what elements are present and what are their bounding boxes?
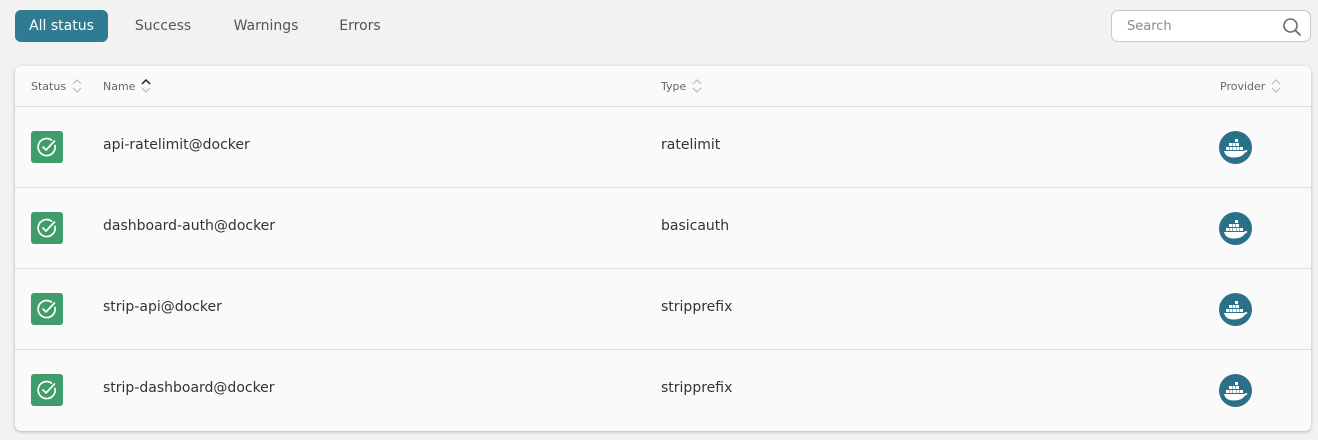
sort-icon: [1271, 79, 1281, 93]
table-row[interactable]: strip-dashboard@docker stripprefix: [15, 350, 1311, 431]
column-header-provider[interactable]: Provider: [1220, 79, 1281, 93]
docker-provider-icon: [1219, 212, 1252, 245]
table-row[interactable]: dashboard-auth@docker basicauth: [15, 188, 1311, 269]
docker-provider-icon: [1219, 131, 1252, 164]
middleware-name: strip-api@docker: [103, 299, 222, 315]
status-filter-tabs: All status Success Warnings Errors: [15, 10, 400, 42]
status-success-badge: [31, 293, 63, 325]
check-circle-icon: [37, 380, 56, 400]
table-row[interactable]: strip-api@docker stripprefix: [15, 269, 1311, 350]
status-success-badge: [31, 212, 63, 244]
column-header-name[interactable]: Name: [103, 79, 151, 93]
search-icon[interactable]: [1282, 17, 1302, 37]
sort-ascending-icon: [141, 79, 151, 93]
middleware-type: stripprefix: [661, 299, 733, 315]
middlewares-table: Status Name Type Provider api-ratelimit@…: [15, 66, 1311, 431]
search-box: [1111, 10, 1311, 42]
tab-errors[interactable]: Errors: [327, 10, 393, 42]
column-label: Name: [103, 79, 136, 93]
docker-provider-icon: [1219, 374, 1252, 407]
tab-all-status[interactable]: All status: [15, 10, 108, 42]
search-input[interactable]: [1112, 12, 1272, 40]
check-circle-icon: [37, 218, 56, 238]
tab-success[interactable]: Success: [123, 10, 203, 42]
column-label: Type: [661, 79, 687, 93]
filter-toolbar: All status Success Warnings Errors: [0, 0, 1318, 52]
middleware-name: dashboard-auth@docker: [103, 218, 276, 234]
check-circle-icon: [37, 299, 56, 319]
table-header: Status Name Type Provider: [15, 66, 1311, 107]
check-circle-icon: [37, 137, 56, 157]
middleware-type: basicauth: [661, 218, 730, 234]
middleware-name: api-ratelimit@docker: [103, 137, 250, 153]
sort-icon: [692, 79, 702, 93]
tab-warnings[interactable]: Warnings: [220, 10, 312, 42]
status-success-badge: [31, 131, 63, 163]
sort-icon: [72, 79, 82, 93]
column-label: Status: [31, 79, 67, 93]
middleware-name: strip-dashboard@docker: [103, 380, 275, 396]
column-header-status[interactable]: Status: [31, 79, 82, 93]
status-success-badge: [31, 374, 63, 406]
table-row[interactable]: api-ratelimit@docker ratelimit: [15, 107, 1311, 188]
column-label: Provider: [1220, 79, 1266, 93]
docker-provider-icon: [1219, 293, 1252, 326]
middleware-type: stripprefix: [661, 380, 733, 396]
middleware-type: ratelimit: [661, 137, 721, 153]
column-header-type[interactable]: Type: [661, 79, 702, 93]
